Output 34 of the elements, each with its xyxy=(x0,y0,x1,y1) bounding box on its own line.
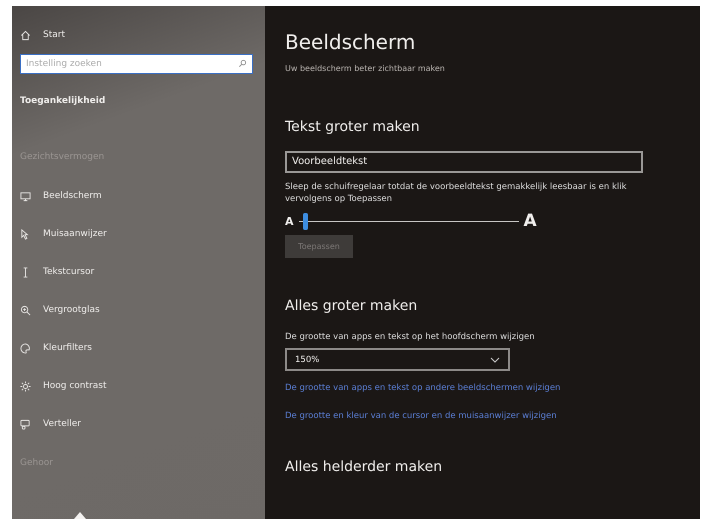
sidebar-item[interactable]: Hoog contrast xyxy=(43,381,106,391)
sidebar-item[interactable]: Muisaanwijzer xyxy=(43,229,107,239)
section-title: Toegankelijkheid xyxy=(20,96,106,106)
magnifier-icon xyxy=(20,304,31,316)
sidebar-item[interactable]: Beeldscherm xyxy=(43,191,102,201)
triangle-icon xyxy=(74,512,86,519)
scale-dropdown[interactable]: 150% xyxy=(285,348,510,371)
section-heading: Tekst groter maken xyxy=(285,119,421,135)
section-heading: Alles groter maken xyxy=(285,298,418,314)
page-title: Beeldscherm xyxy=(285,30,416,54)
search-field[interactable]: Instelling zoeken xyxy=(20,54,253,74)
sidebar-item[interactable]: Tekstcursor xyxy=(43,267,94,277)
large-letter: A xyxy=(524,211,537,231)
small-letter: A xyxy=(285,214,294,228)
slider-thumb[interactable] xyxy=(302,212,308,230)
palette-icon xyxy=(20,342,31,354)
pointer-icon xyxy=(20,228,31,240)
home-icon xyxy=(20,30,31,40)
sample-text-box: Voorbeeldtekst xyxy=(285,151,643,173)
scale-label: De grootte van apps en tekst op het hoofdscherm wijzigen xyxy=(285,332,536,342)
sidebar-item[interactable]: Verteller xyxy=(43,419,81,429)
start-link[interactable]: Start xyxy=(43,30,65,40)
section-heading: Alles helderder maken xyxy=(285,459,444,475)
search-icon xyxy=(238,59,247,68)
sidebar-item[interactable]: Kleurfilters xyxy=(43,343,92,353)
sidebar-item[interactable]: Vergrootglas xyxy=(43,305,100,315)
narrator-icon xyxy=(20,418,31,430)
chevron-down-icon xyxy=(490,356,500,362)
settings-link[interactable]: De grootte van apps en tekst op andere beeldschermen wijzigen xyxy=(285,383,700,393)
monitor-icon xyxy=(20,190,31,202)
settings-link[interactable]: De grootte en kleur van de cursor en de muisaanwijzer wijzigen xyxy=(285,411,700,421)
hint-text: Sleep de schuifregelaar totdat de voorbeeldtekst gemakkelijk leesbaar is en klik vervolgens op Toepassen xyxy=(285,181,628,205)
page-subtitle: Uw beeldscherm beter zichtbaar maken xyxy=(285,64,446,73)
sun-icon xyxy=(20,380,31,392)
